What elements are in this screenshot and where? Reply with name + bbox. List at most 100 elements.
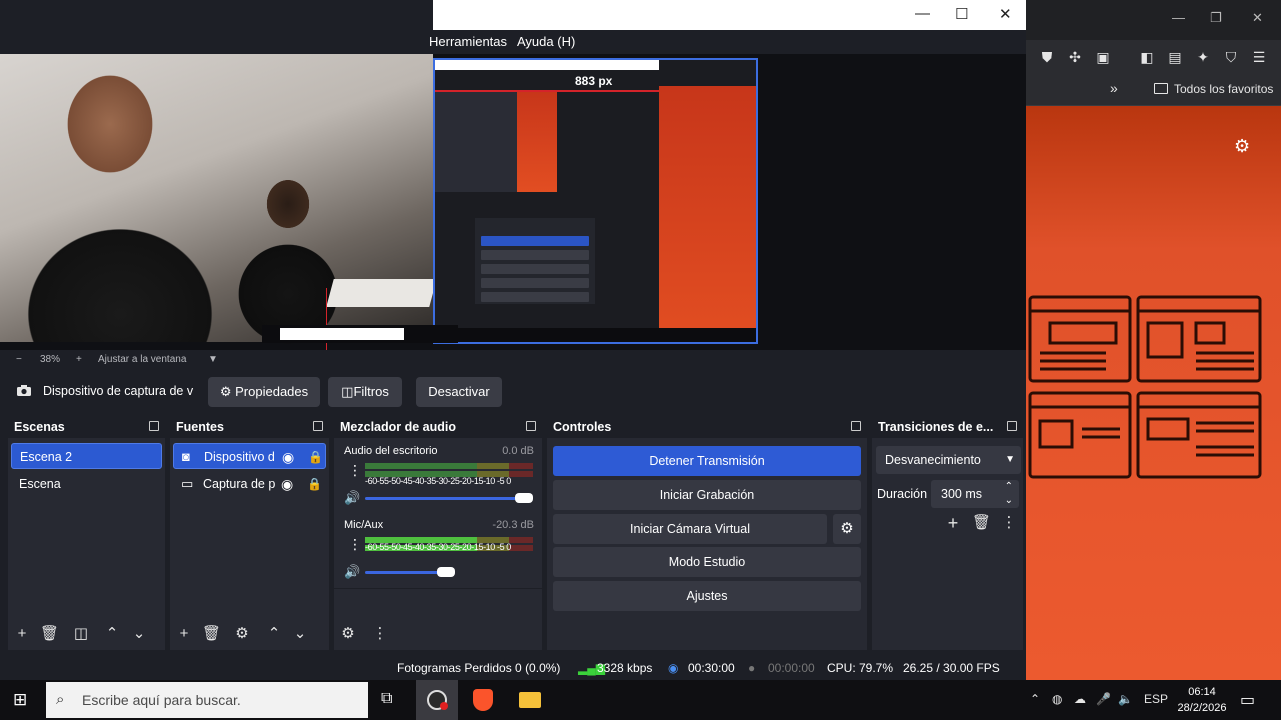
trash-icon[interactable]: 🗑 [202,625,221,643]
settings-button[interactable]: Ajustes [553,581,861,611]
menu-icon[interactable]: ☰ [1250,48,1268,66]
browser-titlebar: — ❐ ✕ [1026,0,1281,40]
menu-help[interactable]: Ayuda (H) [517,34,575,49]
trash-icon[interactable]: 🗑 [40,625,59,643]
float-icon[interactable] [526,421,536,431]
add-icon[interactable]: + [944,514,962,532]
more-icon[interactable]: ⋮ [371,625,389,643]
scene-item[interactable]: Escena [11,471,162,497]
sources-title-label: Fuentes [176,420,224,434]
obs-window: — ☐ ✕ Herramientas Ayuda (H) 883 px − 38… [0,0,1026,680]
source-item-label: Dispositivo d [204,450,275,464]
browser-page: ⚙ [1026,106,1281,680]
speaker-icon[interactable]: 🔊 [344,490,360,506]
network-icon[interactable]: ◍ [1052,692,1062,706]
minimize-icon[interactable]: — [1172,10,1185,25]
duration-field[interactable]: 300 ms ⌃ ⌄ [931,480,1019,508]
extension-icon[interactable]: ✣ [1066,48,1084,66]
chevron-up-icon[interactable]: ⌃ [103,625,121,643]
gears-icon[interactable]: ⚙ [339,625,357,643]
nested-browser [659,86,756,342]
more-icon[interactable]: ⋮ [348,536,362,553]
obs-taskbar-app[interactable] [416,680,458,720]
gear-icon[interactable]: ⚙ [1234,136,1250,157]
gear-icon[interactable]: ⚙ [233,625,251,643]
lock-icon[interactable]: 🔒 [307,471,322,497]
volume-slider[interactable] [365,497,525,500]
float-icon[interactable] [149,421,159,431]
studio-mode-button[interactable]: Modo Estudio [553,547,861,577]
menu-tools[interactable]: Herramientas [429,34,507,49]
start-virtual-camera-button[interactable]: Iniciar Cámara Virtual [553,514,827,544]
close-icon[interactable]: ✕ [1252,10,1263,26]
filter-icon[interactable]: ◫ [72,625,90,643]
channel-name: Audio del escritorio [344,445,438,457]
shield-icon[interactable]: ⛊ [1038,48,1056,66]
preview-canvas[interactable]: 883 px [0,54,1026,350]
bookmarks-all-label[interactable]: Todos los favoritos [1174,82,1273,96]
source-item[interactable]: ◙ Dispositivo d ◉ 🔒 [173,443,326,469]
ai-icon[interactable]: ✦ [1194,48,1212,66]
microphone-icon[interactable]: 🎤 [1096,692,1111,706]
source-item[interactable]: ▭ Captura de p ◉ 🔒 [173,471,326,497]
stop-stream-button[interactable]: Detener Transmisión [553,446,861,476]
properties-button[interactable]: ⚙ Propiedades [208,377,320,407]
float-icon[interactable] [313,421,323,431]
media-icon[interactable]: ▣ [1094,48,1112,66]
clock[interactable]: 06:14 28/2/2026 [1174,684,1230,716]
chevron-right-icon[interactable]: » [1110,80,1118,96]
status-bar: Fotogramas Perdidos 0 (0.0%) ▂▄▆ 3328 kb… [0,656,1026,680]
start-record-button[interactable]: Iniciar Grabación [553,480,861,510]
minimize-icon[interactable]: — [915,5,930,22]
duration-value: 300 ms [941,487,982,501]
channel-db: 0.0 dB [502,445,534,457]
close-icon[interactable]: ✕ [999,5,1012,23]
brave-taskbar-app[interactable] [462,680,504,720]
lock-icon[interactable]: 🔒 [308,444,323,470]
menubar: Herramientas Ayuda (H) [429,30,1026,54]
scenes-footer: + 🗑 ◫ ⌃ ⌄ [8,618,165,650]
maximize-icon[interactable]: ☐ [955,5,968,23]
chevron-down-icon[interactable]: ⌄ [130,625,148,643]
gear-icon[interactable]: ⚙ [833,514,861,544]
float-icon[interactable] [851,421,861,431]
float-icon[interactable] [1007,421,1017,431]
add-icon[interactable]: + [175,625,193,643]
explorer-taskbar-app[interactable] [508,680,550,720]
taskbar-search[interactable]: ⌕ Escribe aquí para buscar. [46,682,368,718]
more-icon[interactable]: ⋮ [348,462,362,479]
vpn-icon[interactable]: ⛉ [1222,48,1240,66]
chevron-down-icon: ▼ [1005,454,1015,465]
deactivate-button[interactable]: Desactivar [416,377,502,407]
speaker-icon[interactable]: 🔊 [344,564,360,580]
transition-select[interactable]: Desvanecimiento ▼ [876,446,1021,474]
mini-search [280,328,404,340]
filters-button[interactable]: ◫Filtros [328,377,402,407]
zoom-in-button[interactable]: + [76,354,82,365]
language-indicator[interactable]: ESP [1144,692,1168,706]
chevron-down-icon[interactable]: ▼ [208,354,218,365]
trash-icon[interactable]: 🗑 [972,514,991,532]
zoom-out-button[interactable]: − [16,354,22,365]
eye-icon[interactable]: ◉ [281,471,293,497]
more-icon[interactable]: ⋮ [1000,514,1018,532]
task-view-icon[interactable]: ⧉ [381,690,392,708]
chevron-up-icon[interactable]: ⌃ [1030,692,1040,706]
chevron-down-icon[interactable]: ⌄ [291,625,309,643]
chevron-down-icon[interactable]: ⌄ [1005,487,1013,515]
windows-start-icon[interactable]: ⊞ [13,690,27,710]
chevron-up-icon[interactable]: ⌃ [265,625,283,643]
notifications-icon[interactable]: ▭ [1240,690,1255,710]
scene-item[interactable]: Escena 2 [11,443,162,469]
volume-slider-thumb[interactable] [437,567,455,577]
restore-icon[interactable]: ❐ [1210,10,1222,26]
eye-icon[interactable]: ◉ [282,444,294,470]
sync-icon[interactable]: ☁ [1074,692,1086,706]
volume-slider-thumb[interactable] [515,493,533,503]
volume-icon[interactable]: 🔈 [1118,692,1133,706]
add-icon[interactable]: + [13,625,31,643]
wallet-icon[interactable]: ▤ [1166,48,1184,66]
webcam-feed [0,54,437,344]
fit-window-button[interactable]: Ajustar a la ventana [98,354,186,365]
sidebar-icon[interactable]: ◧ [1138,48,1156,66]
